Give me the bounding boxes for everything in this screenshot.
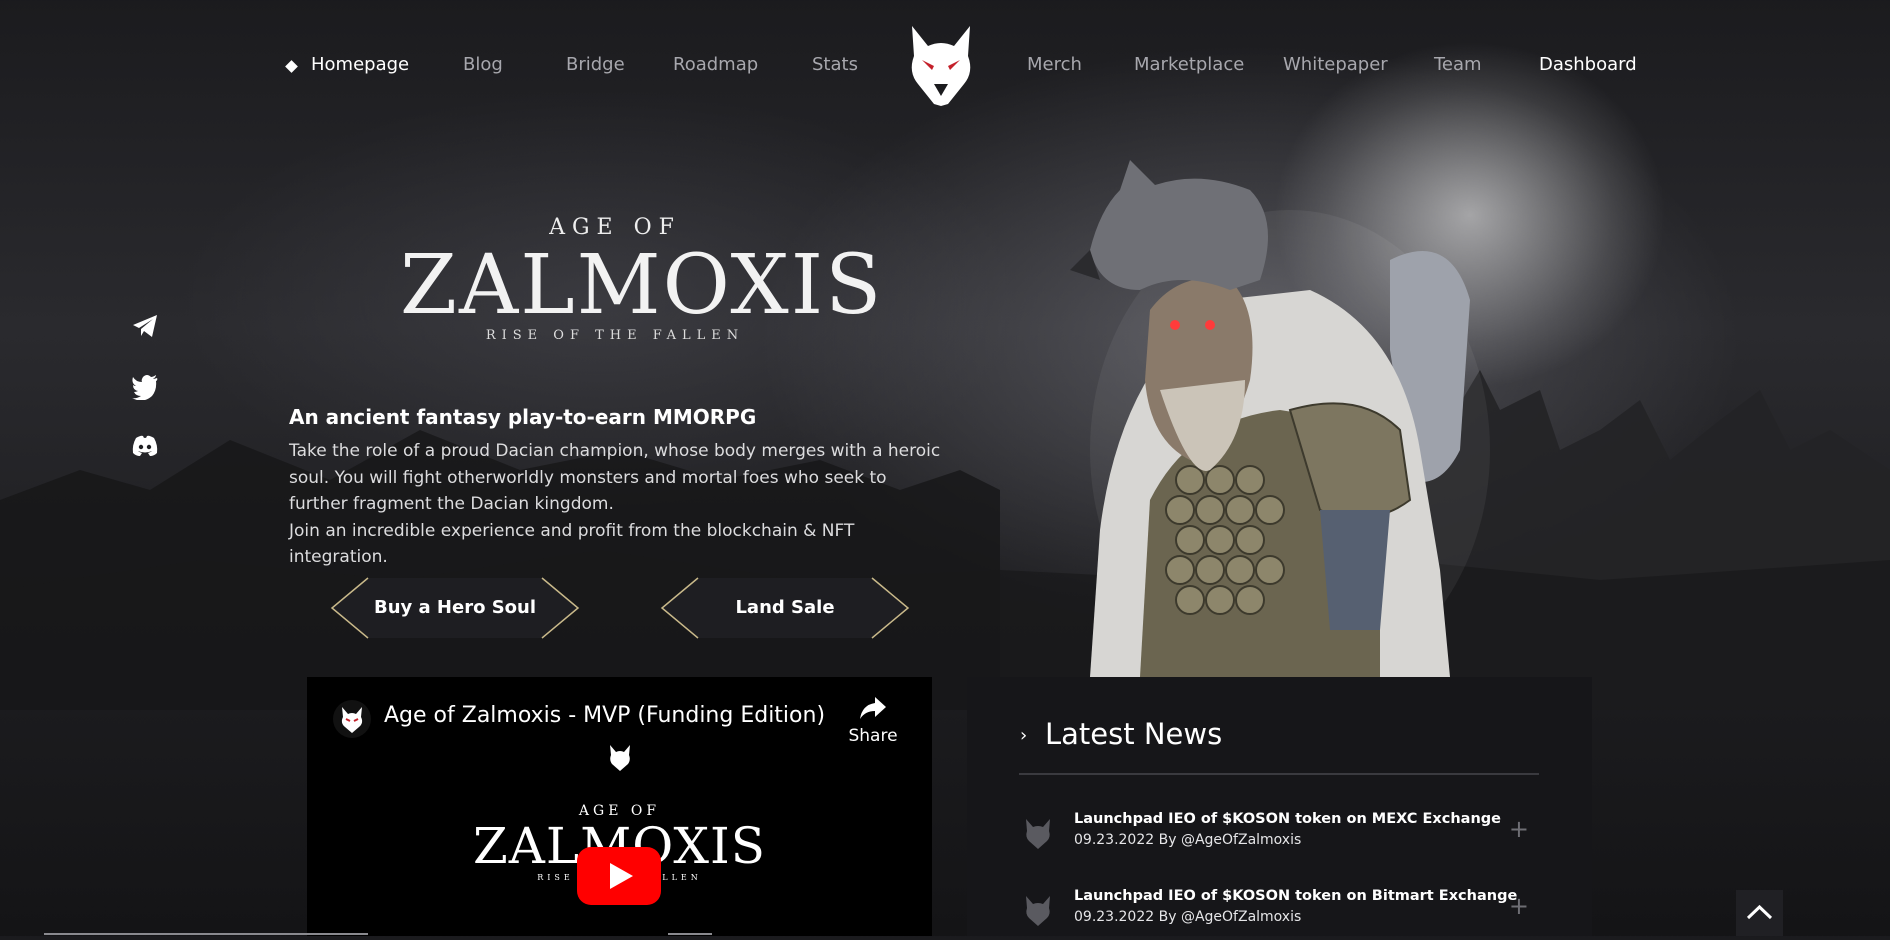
chevron-right-icon: › [1020,725,1028,746]
scroll-indicator [668,933,712,935]
news-item[interactable]: Launchpad IEO of $KOSON token on MEXC Ex… [1019,809,1539,859]
twitter-icon[interactable] [131,372,159,400]
wolf-avatar-icon [1026,896,1050,926]
news-meta: 09.23.2022 By @AgeOfZalmoxis [1074,909,1302,925]
land-sale-button[interactable]: Land Sale [660,576,910,640]
video-title[interactable]: Age of Zalmoxis - MVP (Funding Edition) [384,703,825,728]
hero-description: Take the role of a proud Dacian champion… [289,438,949,571]
hero-warrior-illustration [1070,160,1490,677]
discord-icon[interactable] [131,432,159,460]
share-label: Share [848,726,898,746]
wolf-logo-icon[interactable] [908,26,974,106]
nav-blog[interactable]: Blog [463,54,503,75]
scroll-indicator [44,933,368,935]
nav-roadmap[interactable]: Roadmap [673,54,758,75]
main-nav: Homepage Blog Bridge Roadmap Stats Merch… [0,0,1890,130]
buy-hero-soul-button[interactable]: Buy a Hero Soul [330,576,580,640]
share-button[interactable]: Share [848,695,898,746]
news-divider [1019,773,1539,775]
nav-dashboard[interactable]: Dashboard [1539,54,1637,75]
expand-plus-icon[interactable]: + [1509,815,1529,843]
nav-merch[interactable]: Merch [1027,54,1082,75]
nav-bridge[interactable]: Bridge [566,54,625,75]
news-item[interactable]: Launchpad IEO of $KOSON token on Bitmart… [1019,886,1539,936]
hero-tagline: An ancient fantasy play-to-earn MMORPG [289,405,757,429]
back-to-top-button[interactable] [1736,890,1783,936]
latest-news-panel: › Latest News Launchpad IEO of $KOSON to… [967,677,1592,936]
telegram-icon[interactable] [131,312,159,340]
share-icon [860,697,886,719]
wolf-avatar-icon [1026,819,1050,849]
channel-avatar-icon[interactable] [333,700,371,738]
active-indicator-icon [285,60,298,73]
nav-team[interactable]: Team [1434,54,1482,75]
chevron-up-icon [1746,904,1773,920]
game-title-logo: AGE OF ZALMOXIS RISE OF THE FALLEN [400,215,884,343]
nav-homepage[interactable]: Homepage [311,54,409,75]
hero-paragraph: Join an incredible experience and profit… [289,520,855,568]
land-sale-label: Land Sale [735,597,835,618]
expand-plus-icon[interactable]: + [1509,892,1529,920]
youtube-video-embed[interactable]: Age of Zalmoxis - MVP (Funding Edition) … [307,677,932,936]
title-age-of: AGE OF [549,215,681,240]
news-heading: Latest News [1045,717,1223,751]
buy-hero-soul-label: Buy a Hero Soul [373,597,537,618]
nav-whitepaper[interactable]: Whitepaper [1283,54,1388,75]
news-title[interactable]: Launchpad IEO of $KOSON token on MEXC Ex… [1074,811,1501,827]
nav-stats[interactable]: Stats [812,54,858,75]
news-title[interactable]: Launchpad IEO of $KOSON token on Bitmart… [1074,888,1517,904]
title-zalmoxis: ZALMOXIS [400,238,884,333]
wolf-logo-icon [609,745,630,771]
hero-paragraph: Take the role of a proud Dacian champion… [289,441,941,514]
nav-marketplace[interactable]: Marketplace [1134,54,1244,75]
news-meta: 09.23.2022 By @AgeOfZalmoxis [1074,832,1302,848]
youtube-play-icon[interactable] [577,847,661,905]
